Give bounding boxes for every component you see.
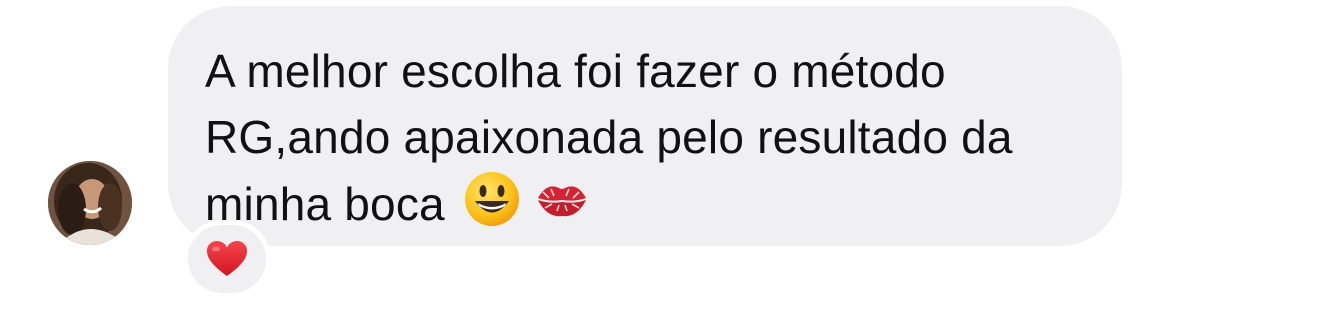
red-heart-icon (207, 241, 247, 276)
profile-photo-icon (48, 161, 132, 245)
message-line-2: RG,ando apaixonada pelo resultado da (205, 111, 1013, 163)
message-line-1: A melhor escolha foi fazer o método (205, 45, 946, 97)
kiss-mark-icon (537, 186, 586, 217)
grinning-face-icon (464, 172, 519, 226)
reaction-badge[interactable] (183, 220, 271, 298)
sender-avatar[interactable] (48, 161, 132, 245)
message-text: A melhor escolha foi fazer o método RG,an… (205, 38, 1085, 237)
